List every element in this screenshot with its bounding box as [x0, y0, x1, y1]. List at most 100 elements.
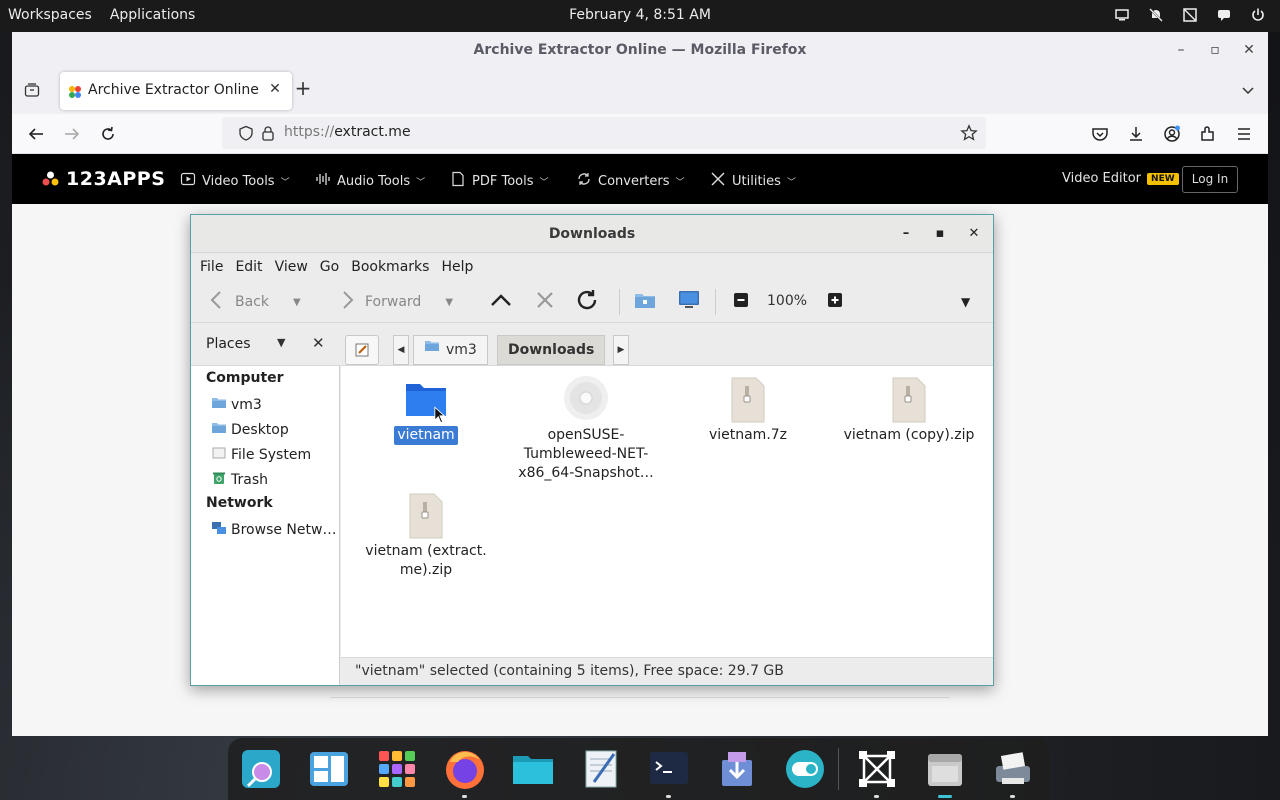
running-indicator — [874, 795, 879, 798]
dock-software-installer[interactable] — [714, 746, 760, 792]
app-grid-icon — [379, 751, 415, 787]
menu-help[interactable]: Help — [441, 259, 479, 275]
dock-printer-scanner[interactable] — [990, 746, 1036, 798]
dock-app-grid[interactable] — [374, 746, 420, 792]
hamburger-menu-icon[interactable] — [1234, 124, 1254, 144]
list-all-tabs-icon[interactable] — [24, 82, 40, 98]
shield-icon[interactable] — [238, 125, 254, 141]
sidebar-item-trash[interactable]: Trash — [211, 470, 337, 490]
video-editor-link[interactable]: Video Editor NEW — [1062, 171, 1179, 186]
path-scroll-right-button[interactable]: ▶ — [613, 335, 629, 365]
file-item-opensuse-iso[interactable]: openSUSE- Tumbleweed-NET- x86_64-Snapsho… — [511, 376, 661, 483]
sidebar-item-browse-network[interactable]: Browse Netw… — [211, 520, 337, 540]
downloads-icon[interactable] — [1126, 124, 1146, 144]
home-folder-icon — [211, 395, 227, 415]
menu-bookmarks[interactable]: Bookmarks — [351, 259, 435, 275]
close-button[interactable]: ✕ — [1232, 32, 1266, 68]
pocket-icon[interactable] — [1090, 124, 1110, 144]
forward-history-dropdown-icon[interactable]: ▼ — [445, 297, 453, 308]
dock-firefox[interactable] — [442, 746, 488, 798]
dock-search-app[interactable] — [238, 746, 284, 792]
zoom-in-icon — [823, 288, 847, 316]
dock-toggle-settings[interactable] — [782, 746, 828, 792]
close-sidebar-icon[interactable]: ✕ — [312, 334, 325, 352]
menu-go[interactable]: Go — [320, 259, 345, 275]
menu-pdf-tools[interactable]: PDF Tools ﹀ — [450, 171, 549, 191]
minimize-button[interactable]: – — [1164, 32, 1198, 68]
menu-utilities[interactable]: Utilities ﹀ — [710, 171, 796, 191]
back-history-dropdown-icon[interactable]: ▼ — [293, 297, 301, 308]
back-arrow-icon[interactable] — [26, 124, 46, 144]
reload-button[interactable] — [575, 289, 599, 315]
dock-text-editor[interactable] — [578, 746, 624, 792]
top-panel: Workspaces Applications February 4, 8:51… — [0, 0, 1280, 32]
chat-icon[interactable] — [1216, 7, 1232, 23]
up-button[interactable] — [489, 289, 513, 315]
sidebar-item-vm3[interactable]: vm3 — [211, 395, 337, 415]
url-text[interactable]: https://extract.me — [284, 124, 411, 140]
reload-icon — [575, 288, 599, 316]
display-icon[interactable] — [1114, 7, 1130, 23]
stop-button[interactable] — [533, 289, 557, 315]
file-name: vietnam (extract. me).zip — [365, 543, 487, 578]
account-icon[interactable] — [1162, 124, 1182, 144]
network-icon — [211, 520, 227, 540]
file-item-vietnam-copy-zip[interactable]: vietnam (copy).zip — [834, 376, 984, 445]
zoom-out-button[interactable] — [729, 289, 753, 315]
close-tab-icon[interactable]: ✕ — [266, 80, 284, 98]
dock-terminal[interactable] — [646, 746, 692, 798]
file-name: openSUSE- Tumbleweed-NET- x86_64-Snapsho… — [518, 427, 654, 481]
dock-file-manager-app[interactable] — [306, 746, 352, 792]
tab-archive-extractor[interactable]: Archive Extractor Online ✕ — [60, 72, 292, 110]
reload-icon[interactable] — [98, 124, 118, 144]
file-item-vietnam-7z[interactable]: vietnam.7z — [673, 376, 823, 445]
menu-edit[interactable]: Edit — [235, 259, 268, 275]
fm-forward-button[interactable]: Forward ▼ — [335, 289, 453, 315]
menu-view[interactable]: View — [275, 259, 314, 275]
power-icon[interactable] — [1250, 7, 1266, 23]
new-tab-button[interactable]: + — [292, 78, 314, 100]
menu-converters[interactable]: Converters ﹀ — [576, 171, 685, 191]
dock-screenshot-tool[interactable] — [854, 746, 900, 798]
computer-icon — [677, 288, 701, 316]
menu-video-tools[interactable]: Video Tools ﹀ — [180, 171, 290, 191]
computer-button[interactable] — [677, 289, 701, 315]
dock — [228, 738, 1050, 800]
maximize-button[interactable]: ▫ — [1198, 32, 1232, 68]
muted-bell-icon[interactable] — [1148, 7, 1164, 23]
site-logo[interactable]: 123APPS — [42, 168, 165, 190]
fm-maximize-button[interactable]: ▪ — [931, 225, 949, 243]
fm-minimize-button[interactable]: – — [897, 225, 915, 243]
login-button[interactable]: Log In — [1182, 166, 1238, 193]
breadcrumb-vm3[interactable]: vm3 — [413, 335, 488, 365]
extensions-icon[interactable] — [1198, 124, 1218, 144]
places-dropdown-icon[interactable]: ▼ — [277, 336, 285, 349]
clock[interactable]: February 4, 8:51 AM — [569, 7, 711, 23]
file-item-vietnam-extract-me-zip[interactable]: vietnam (extract. me).zip — [351, 492, 501, 580]
bookmark-star-icon[interactable] — [960, 124, 978, 142]
places-selector[interactable]: Places — [206, 336, 251, 352]
sidebar-item-file-system[interactable]: File System — [211, 445, 337, 465]
menu-audio-tools[interactable]: Audio Tools ﹀ — [315, 171, 425, 191]
zoom-in-button[interactable] — [823, 289, 847, 315]
breadcrumb-downloads[interactable]: Downloads — [497, 335, 606, 365]
dock-file-manager-running[interactable] — [922, 746, 968, 798]
address-bar[interactable]: https://extract.me — [222, 117, 986, 149]
applications-menu[interactable]: Applications — [110, 7, 196, 23]
document-icon — [450, 171, 466, 191]
home-folder-button[interactable] — [633, 289, 657, 315]
workspaces-menu[interactable]: Workspaces — [8, 7, 92, 23]
no-network-icon[interactable] — [1182, 7, 1198, 23]
menu-file[interactable]: File — [200, 259, 229, 275]
toolbar-overflow-button[interactable]: ▼ — [961, 289, 970, 315]
path-scroll-left-button[interactable]: ◀ — [393, 335, 409, 365]
toggle-location-entry-button[interactable] — [345, 335, 379, 365]
fm-back-button[interactable]: Back ▼ — [205, 289, 301, 315]
dock-files-folder[interactable] — [510, 746, 556, 792]
sidebar-item-desktop[interactable]: Desktop — [211, 420, 337, 440]
forward-arrow-icon[interactable] — [62, 124, 82, 144]
chevron-down-icon[interactable] — [1240, 82, 1256, 98]
file-item-vietnam-folder[interactable]: vietnam — [351, 376, 501, 445]
lock-icon[interactable] — [260, 125, 276, 141]
fm-close-button[interactable]: ✕ — [965, 225, 983, 243]
